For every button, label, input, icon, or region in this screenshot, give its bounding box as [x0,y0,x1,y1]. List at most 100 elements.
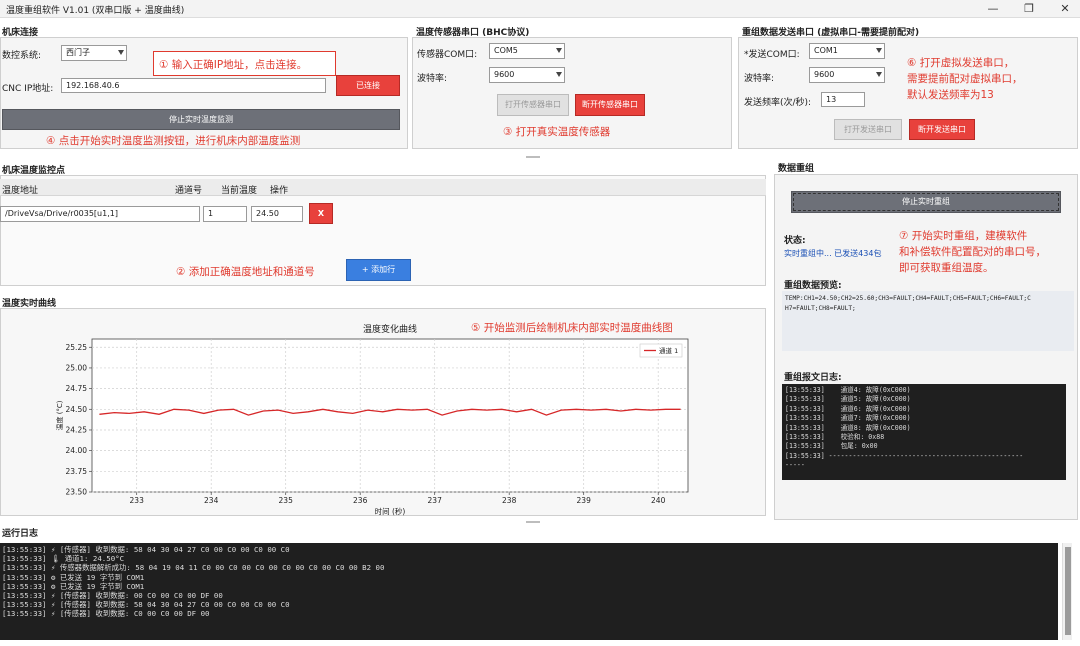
regroup-log-line: [13:55:33] -----------------------------… [785,451,1024,460]
annotation-6-line1: ⑥ 打开虚拟发送串口， [907,57,1015,69]
sensor-open-button[interactable]: 打开传感器串口 [497,94,569,116]
delete-row-button[interactable]: X [309,203,333,224]
sensor-com-value: COM5 [494,46,518,55]
y-tick-label: 23.75 [66,467,88,476]
regroup-log-line: [13:55:33] 通道6: 故障(0xC000) [785,404,911,413]
chevron-down-icon [556,48,562,53]
monitor-table-header [0,179,766,196]
annotation-7-line1: ⑦ 开始实时重组，建模软件 [899,230,1028,242]
regroup-status-label: 状态: [784,236,806,246]
sensor-com-select[interactable]: COM5 [489,43,565,59]
col-current: 当前温度 [221,186,258,196]
cnc-system-value: 西门子 [66,48,90,57]
plot-area [91,338,689,493]
sender-freq-stepper[interactable]: 13 [821,92,865,107]
splitter-handle-2[interactable] [526,521,540,523]
sender-baud-select[interactable]: 9600 [809,67,885,83]
regroup-log-line: [13:55:33] 通道5: 故障(0xC000) [785,395,911,404]
annotation-4: ④ 点击开始实时温度监测按钮，进行机床内部温度监测 [46,135,301,147]
run-log-line: [13:55:33] ⚡ [传感器] 收到数据: 00 C0 00 C0 00 … [2,591,223,601]
sensor-baud-label: 波特率: [417,74,448,84]
chevron-down-icon [876,48,882,53]
regroup-log-terminal: [13:55:33] 通道4: 故障(0xC000) [13:55:33] 通道5… [782,384,1066,480]
y-tick-label: 23.50 [66,488,88,497]
annotation-3: ③ 打开真实温度传感器 [503,126,611,138]
run-log-line: [13:55:33] ⚙ 已发送 19 字节到 COM1 [2,581,145,591]
sender-open-button[interactable]: 打开发送串口 [834,119,902,140]
minimize-button[interactable]: — [986,2,1000,15]
col-channel: 通道号 [175,186,203,196]
col-action: 操作 [270,186,289,196]
sender-com-label: *发送COM口: [744,50,800,60]
regroup-log-line: [13:55:33] 通道4: 故障(0xC000) [785,386,911,394]
run-log-line: [13:55:33] ⚙ 已发送 19 字节到 COM1 [2,572,145,582]
close-button[interactable]: ✕ [1058,2,1072,15]
sender-com-value: COM1 [814,46,838,55]
x-tick-label: 238 [502,496,517,505]
window-title: 温度重组软件 V1.01 (双串口版 + 温度曲线) [6,6,185,16]
x-tick-label: 233 [130,496,145,505]
preview-line-2: H7=FAULT;CH8=FAULT; [785,305,856,312]
annotation-6-line3: 默认发送频率为13 [907,89,994,101]
chevron-down-icon [118,50,124,55]
y-tick-label: 24.00 [66,446,88,455]
sender-close-button[interactable]: 断开发送串口 [909,119,975,140]
sender-freq-value: 13 [826,95,837,104]
temp-address-input[interactable]: /DriveVsa/Drive/r0035[u1,1] [0,206,200,222]
chart-title: 温度变化曲线 [363,323,417,335]
chevron-down-icon [556,72,562,77]
run-log-line: [13:55:33] ⚡ 传感器数据解析成功: 58 04 19 04 11 C… [2,563,385,573]
sensor-baud-value: 9600 [494,70,515,79]
x-tick-label: 239 [577,496,592,505]
run-log-scroll-thumb[interactable] [1065,547,1071,635]
preview-line-1: TEMP:CH1=24.50;CH2=25.60;CH3=FAULT;CH4=F… [785,295,1031,302]
monitor-toggle-button[interactable]: 停止实时温度监测 [2,109,400,130]
cnc-system-select[interactable]: 西门子 [61,45,127,61]
run-log-line: [13:55:33] ⚡ [传感器] 收到数据: 58 04 30 04 27 … [2,545,290,554]
maximize-button[interactable]: ❐ [1022,2,1036,15]
regroup-log-line: ----- [785,461,805,470]
title-bar: 温度重组软件 V1.01 (双串口版 + 温度曲线) — ❐ ✕ [0,0,1080,18]
y-tick-label: 24.75 [66,384,88,393]
regroup-status-value: 实时重组中... 已发送434包 [784,249,882,258]
splitter-handle[interactable] [526,156,540,158]
x-tick-label: 234 [204,496,219,505]
runlog-section-title: 运行日志 [2,529,39,539]
sensor-com-label: 传感器COM口: [417,50,478,60]
regroup-stop-button[interactable]: 停止实时重组 [791,191,1061,213]
y-axis-label: 温度 (°C) [55,400,64,430]
annotation-6-line2: 需要提前配对虚拟串口， [907,73,1023,85]
cnc-system-label: 数控系统: [2,51,42,61]
annotation-7-line2: 和补偿软件配置配对的串口号， [899,246,1046,258]
run-log-line: [13:55:33] ⚡ [传感器] 收到数据: 58 04 30 04 27 … [2,600,290,610]
run-log-line: [13:55:33] 🌡 通道1: 24.50°C [2,554,125,564]
temperature-chart: 温度变化曲线 233 234 235 236 237 238 239 240 23.50 23.75… [55,323,689,516]
sensor-close-button[interactable]: 断开传感器串口 [575,94,645,116]
y-tick-label: 24.50 [66,405,88,414]
x-tick-label: 236 [353,496,368,505]
cnc-ip-label: CNC IP地址: [2,84,54,94]
add-row-button[interactable]: + 添加行 [346,259,411,281]
sender-baud-value: 9600 [814,70,835,79]
sender-baud-label: 波特率: [744,74,775,84]
y-tick-label: 24.25 [66,425,88,434]
connect-button[interactable]: 已连接 [336,75,400,96]
y-tick-label: 25.25 [66,343,88,352]
sensor-baud-select[interactable]: 9600 [489,67,565,83]
chevron-down-icon [876,72,882,77]
regroup-log-line: [13:55:33] 包尾: 0x00 [785,442,878,451]
regroup-section-title: 数据重组 [778,164,815,174]
preview-label: 重组数据预览: [784,281,842,291]
sender-com-select[interactable]: COM1 [809,43,885,59]
cnc-ip-input[interactable]: 192.168.40.6 [61,78,326,93]
legend-label: 通道 1 [659,346,678,355]
regroup-log-label: 重组报文日志: [784,373,842,383]
run-log-scrollbar[interactable] [1062,543,1072,640]
sender-freq-label: 发送频率(次/秒): [744,98,812,108]
y-tick-label: 25.00 [66,363,88,372]
run-log-terminal: [13:55:33] ⚡ [传感器] 收到数据: 58 04 30 04 27 … [0,543,1058,640]
channel-input[interactable]: 1 [203,206,247,222]
x-tick-label: 240 [651,496,666,505]
x-tick-label: 235 [279,496,294,505]
run-log-line: [13:55:33] ⚡ [传感器] 收到数据: C0 00 C0 00 DF … [2,609,210,619]
